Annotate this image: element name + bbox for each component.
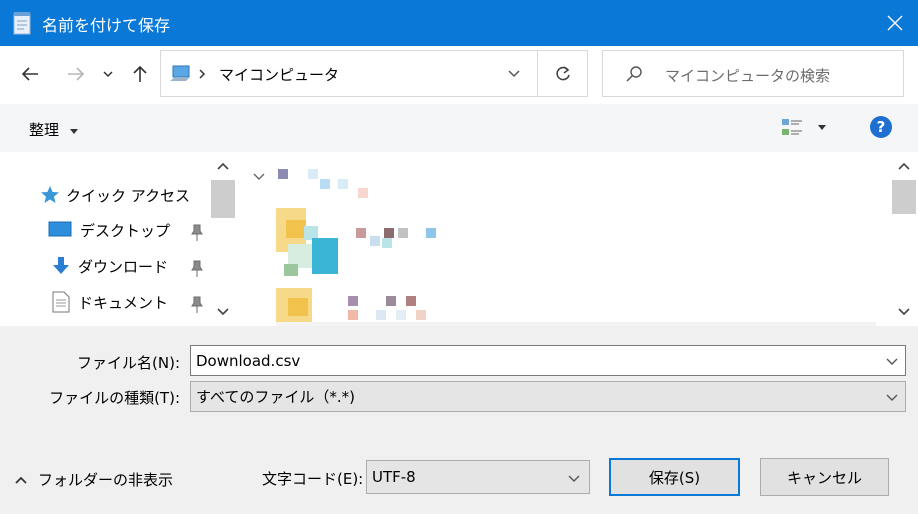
scroll-up-icon[interactable] [898,162,910,170]
scroll-down-icon[interactable] [217,308,229,316]
chevron-right-icon [199,69,206,79]
nav-item-downloads[interactable]: ダウンロード [52,252,168,280]
hide-folders-button[interactable]: フォルダーの非表示 [14,469,173,490]
save-button-label: 保存(S) [648,468,701,487]
computer-icon [170,65,190,81]
view-details-icon [782,119,802,135]
nav-item-label: ダウンロード [78,257,169,276]
window-title: 名前を付けて保存 [42,16,171,35]
back-button[interactable] [18,62,42,86]
scrollbar-thumb[interactable] [211,180,235,218]
search-box[interactable]: マイコンピュータの検索 [602,50,904,97]
search-placeholder: マイコンピュータの検索 [665,67,831,85]
nav-item-label: デスクトップ [80,221,171,240]
content-area: クイック アクセス デスクトップ ダウンロード ドキュメント [0,152,918,326]
dropdown-caret-icon [69,129,78,134]
chevron-down-icon[interactable] [885,354,899,368]
scrollbar-thumb[interactable] [892,180,916,214]
nav-item-documents[interactable]: ドキュメント [52,288,168,316]
refresh-button[interactable] [538,50,588,97]
organize-menu-button[interactable]: 整理 [29,119,78,140]
hide-folders-label: フォルダーの非表示 [38,471,174,489]
up-button[interactable] [128,62,152,86]
forward-arrow-icon [68,67,85,81]
nav-item-label: クイック アクセス [66,186,191,205]
back-arrow-icon [21,67,38,81]
encoding-label: 文字コード(E): [262,470,364,488]
filename-field[interactable]: Download.csv [190,345,906,376]
nav-item-label: ドキュメント [78,293,169,312]
chevron-down-icon [568,475,580,482]
chevron-down-icon[interactable] [252,172,266,182]
chevron-down-icon[interactable] [507,68,521,80]
filetype-value: すべてのファイル（*.*) [196,388,355,406]
pin-icon[interactable] [190,260,204,278]
organize-label: 整理 [29,121,60,139]
cancel-button[interactable]: キャンセル [760,458,889,496]
notepad-icon [13,12,31,35]
scroll-up-icon[interactable] [217,162,229,170]
nav-item-desktop[interactable]: デスクトップ [48,216,170,244]
pin-icon[interactable] [190,224,204,242]
cancel-button-label: キャンセル [786,468,862,487]
change-view-button[interactable] [780,116,830,140]
title-bar: 名前を付けて保存 [0,0,918,46]
nav-item-quick-access[interactable]: クイック アクセス [40,181,190,209]
close-button[interactable] [872,0,918,46]
up-arrow-icon [133,65,147,82]
scroll-down-icon[interactable] [898,308,910,316]
recent-locations-button[interactable] [98,62,118,86]
encoding-select[interactable]: UTF-8 [366,460,590,494]
desktop-icon [48,221,72,237]
save-form: ファイル名(N): Download.csv ファイルの種類(T): すべてのフ… [0,326,918,514]
filename-label: ファイル名(N): [77,354,180,372]
address-location: マイコンピュータ [219,66,340,84]
search-icon [626,66,642,82]
refresh-icon [555,65,570,80]
chevron-down-icon [103,71,113,78]
document-icon [52,291,70,313]
file-list[interactable] [236,152,890,326]
chevron-up-icon [15,476,27,484]
save-button[interactable]: 保存(S) [609,458,740,496]
filetype-select[interactable]: すべてのファイル（*.*) [190,381,906,412]
close-icon [887,15,903,31]
filename-value: Download.csv [196,351,301,370]
navigation-pane-scrollbar[interactable] [210,152,236,326]
command-bar: 整理 ? [0,104,918,152]
download-arrow-icon [53,257,69,274]
help-icon[interactable]: ? [870,116,892,138]
filetype-label: ファイルの種類(T): [49,389,180,407]
dropdown-caret-icon [818,125,826,130]
chevron-down-icon [886,394,898,401]
star-icon [41,186,59,203]
address-bar[interactable]: マイコンピュータ [160,50,538,97]
forward-button[interactable] [64,62,88,86]
pixelated-content [276,169,876,326]
pin-icon[interactable] [190,296,204,314]
file-list-scrollbar[interactable] [891,152,917,326]
encoding-value: UTF-8 [372,468,416,486]
navigation-pane: クイック アクセス デスクトップ ダウンロード ドキュメント [0,152,236,326]
